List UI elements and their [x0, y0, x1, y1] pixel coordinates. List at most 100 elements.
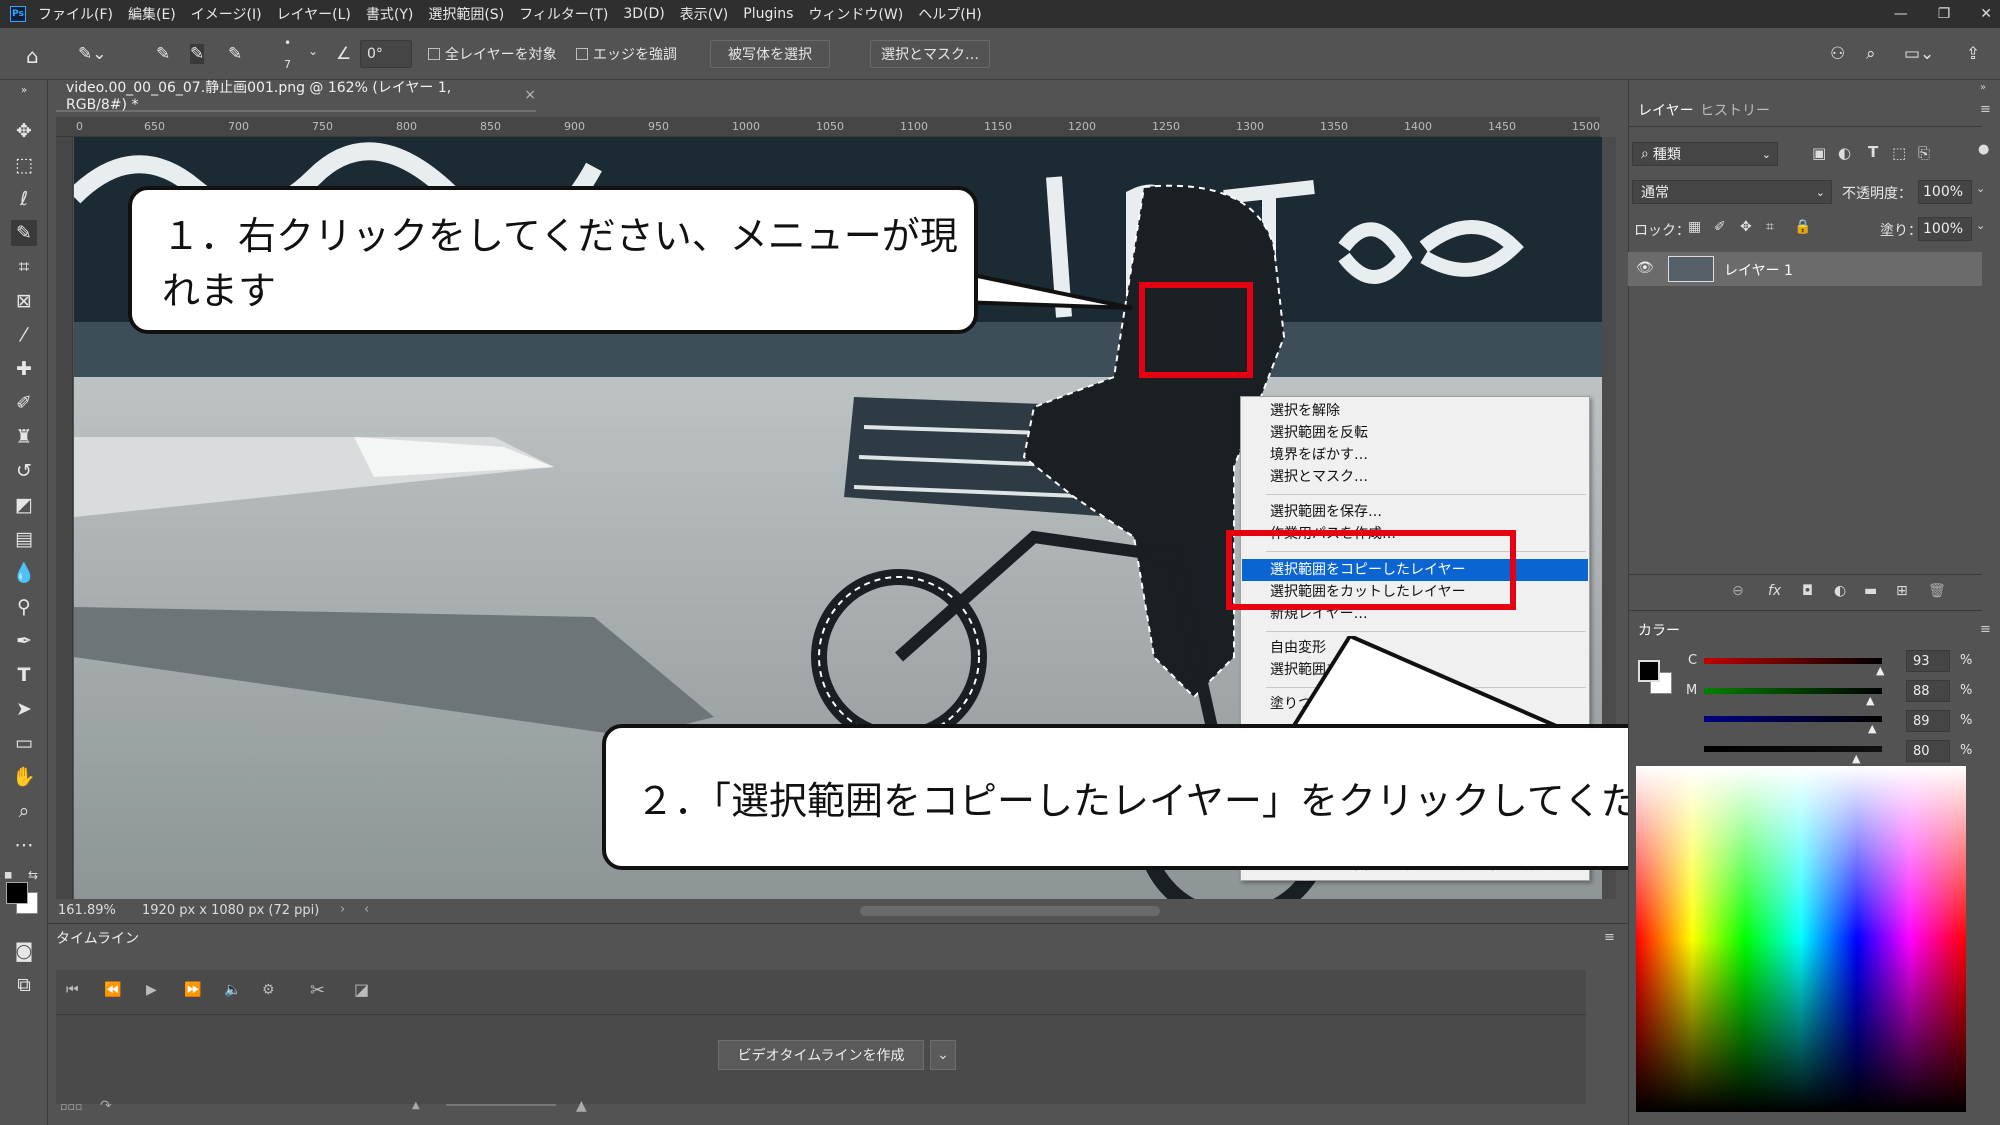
quick-selection-preset-icon[interactable]: ✎⌄ [78, 44, 107, 64]
timeline-zoom-slider[interactable] [446, 1104, 556, 1106]
layers-panel-menu-icon[interactable]: ≡ [1980, 102, 1991, 117]
new-group-icon[interactable]: ▬ [1864, 583, 1877, 599]
document-tab[interactable]: video.00_00_06_07.静止画001.png @ 162% (レイヤ… [56, 80, 536, 113]
chevron-down-icon[interactable]: ⌄ [1976, 219, 1985, 232]
channel-m-slider[interactable] [1704, 688, 1882, 694]
transition-icon[interactable]: ◪ [354, 980, 369, 999]
new-selection-icon[interactable]: ✎ [156, 44, 170, 64]
channel-k-value[interactable]: 80 [1906, 740, 1950, 762]
first-frame-icon[interactable]: ⏮ [66, 982, 79, 998]
quick-selection-tool-icon[interactable]: ✎ [11, 220, 37, 246]
opacity-field[interactable]: 100% [1918, 180, 1972, 204]
type-tool-icon[interactable]: T [11, 662, 37, 688]
workspace-icon[interactable]: ▭⌄ [1904, 44, 1934, 64]
add-selection-icon[interactable]: ✎ [190, 44, 205, 64]
foreground-color-chip[interactable] [1638, 660, 1660, 682]
filter-adjustment-icon[interactable]: ◐ [1838, 144, 1851, 162]
home-icon[interactable]: ⌂ [26, 44, 39, 68]
history-brush-icon[interactable]: ↺ [11, 458, 37, 484]
color-panel-menu-icon[interactable]: ≡ [1980, 622, 1991, 637]
cloud-user-icon[interactable]: ⚇ [1830, 44, 1845, 64]
trash-icon[interactable]: 🗑 [1928, 583, 1946, 599]
tab-layers[interactable]: レイヤー [1638, 100, 1694, 120]
layer-name[interactable]: レイヤー 1 [1724, 260, 1793, 280]
more-tools-icon[interactable]: ⋯ [11, 832, 37, 858]
rectangle-tool-icon[interactable]: ▭ [11, 730, 37, 756]
filter-type-icon[interactable]: T [1868, 143, 1878, 161]
menu-window[interactable]: ウィンドウ(W) [808, 4, 903, 24]
frame-mode-icon[interactable]: ▫▫▫ [60, 1100, 82, 1113]
select-subject-button[interactable]: 被写体を選択 [710, 40, 830, 68]
tab-history[interactable]: ヒストリー [1700, 100, 1770, 120]
stamp-tool-icon[interactable]: ♜ [11, 424, 37, 450]
audio-icon[interactable]: 🔈 [224, 982, 241, 998]
zoom-out-icon[interactable]: ▲ [412, 1100, 420, 1111]
menu-view[interactable]: 表示(V) [680, 4, 729, 24]
lock-artboard-icon[interactable]: ⌗ [1766, 219, 1774, 235]
screen-mode-icon[interactable]: ⧉ [11, 972, 37, 998]
menu-item-save-selection[interactable]: 選択範囲を保存… [1242, 501, 1588, 523]
layer-row[interactable]: 👁 レイヤー 1 [1628, 252, 1982, 286]
menu-item-select-and-mask[interactable]: 選択とマスク… [1242, 466, 1588, 488]
blur-tool-icon[interactable]: 💧 [11, 560, 37, 586]
collapse-panels-icon[interactable]: » [1980, 82, 1986, 93]
slider-thumb-icon[interactable]: ▲ [1866, 694, 1874, 707]
previous-frame-icon[interactable]: ⏪ [104, 982, 121, 998]
restore-icon[interactable]: ❐ [1938, 6, 1951, 22]
eraser-tool-icon[interactable]: ◩ [11, 492, 37, 518]
slider-thumb-icon[interactable]: ▲ [1852, 752, 1860, 765]
lock-all-icon[interactable]: 🔒 [1794, 219, 1811, 235]
layer-filter-select[interactable]: ⌕ 種類 ⌄ [1632, 142, 1778, 166]
gradient-tool-icon[interactable]: ▤ [11, 526, 37, 552]
zoom-level[interactable]: 161.89% [58, 903, 116, 918]
frame-tool-icon[interactable]: ⊠ [11, 288, 37, 314]
fx-icon[interactable]: fx [1768, 583, 1781, 599]
tab-color[interactable]: カラー [1638, 620, 1680, 640]
sample-all-layers-checkbox[interactable]: 全レイヤーを対象 [428, 44, 557, 64]
swap-colors-icon[interactable]: ⇆ [28, 868, 38, 882]
menu-file[interactable]: ファイル(F) [38, 4, 113, 24]
share-icon[interactable]: ⇪ [1966, 44, 1980, 64]
play-icon[interactable]: ▶ [146, 982, 157, 998]
marquee-tool-icon[interactable]: ⬚ [11, 152, 37, 178]
subtract-selection-icon[interactable]: ✎ [228, 44, 242, 64]
scissors-icon[interactable]: ✂ [310, 980, 325, 1001]
dodge-tool-icon[interactable]: ⚲ [11, 594, 37, 620]
brush-tool-icon[interactable]: ✐ [11, 390, 37, 416]
crop-tool-icon[interactable]: ⌗ [11, 254, 37, 280]
visibility-eye-icon[interactable]: 👁 [1636, 260, 1654, 276]
select-and-mask-button[interactable]: 選択とマスク… [870, 40, 990, 68]
timeline-tab[interactable]: タイムライン [56, 928, 139, 948]
filter-toggle-icon[interactable]: ● [1978, 142, 1989, 157]
path-selection-icon[interactable]: ➤ [11, 696, 37, 722]
status-arrow-icon[interactable]: › [340, 902, 345, 917]
healing-brush-icon[interactable]: ✚ [11, 356, 37, 382]
channel-y-value[interactable]: 89 [1906, 710, 1950, 732]
minimize-icon[interactable]: — [1894, 6, 1908, 22]
close-tab-icon[interactable]: × [524, 87, 536, 103]
menu-item-feather[interactable]: 境界をぼかす… [1242, 444, 1588, 466]
collapse-icon[interactable]: » [11, 84, 37, 98]
menu-item-select-inverse[interactable]: 選択範囲を反転 [1242, 422, 1588, 444]
lasso-tool-icon[interactable]: ℓ [11, 186, 37, 212]
filter-smart-object-icon[interactable]: ⎘ [1918, 144, 1930, 162]
convert-icon[interactable]: ↷ [100, 1098, 112, 1114]
blend-mode-select[interactable]: 通常 ⌄ [1632, 180, 1832, 204]
channel-m-value[interactable]: 88 [1906, 680, 1950, 702]
menu-select[interactable]: 選択範囲(S) [428, 4, 504, 24]
brush-size-icon[interactable]: • [284, 36, 291, 50]
foreground-color-swatch[interactable] [6, 882, 28, 904]
slider-thumb-icon[interactable]: ▲ [1868, 722, 1876, 735]
create-video-timeline-button[interactable]: ビデオタイムラインを作成 [718, 1040, 924, 1070]
slider-thumb-icon[interactable]: ▲ [1876, 664, 1884, 677]
menu-filter[interactable]: フィルター(T) [519, 4, 608, 24]
chevron-down-icon[interactable]: ⌄ [1976, 182, 1985, 195]
move-tool-icon[interactable]: ✥ [11, 118, 37, 144]
horizontal-scrollbar[interactable] [860, 906, 1160, 916]
menu-item-deselect[interactable]: 選択を解除 [1242, 400, 1588, 422]
menu-image[interactable]: イメージ(I) [191, 4, 262, 24]
channel-y-slider[interactable] [1704, 716, 1882, 722]
add-mask-icon[interactable]: ◘ [1802, 583, 1813, 599]
link-layers-icon[interactable]: ⊖ [1732, 583, 1744, 599]
menu-plugins[interactable]: Plugins [743, 6, 793, 22]
